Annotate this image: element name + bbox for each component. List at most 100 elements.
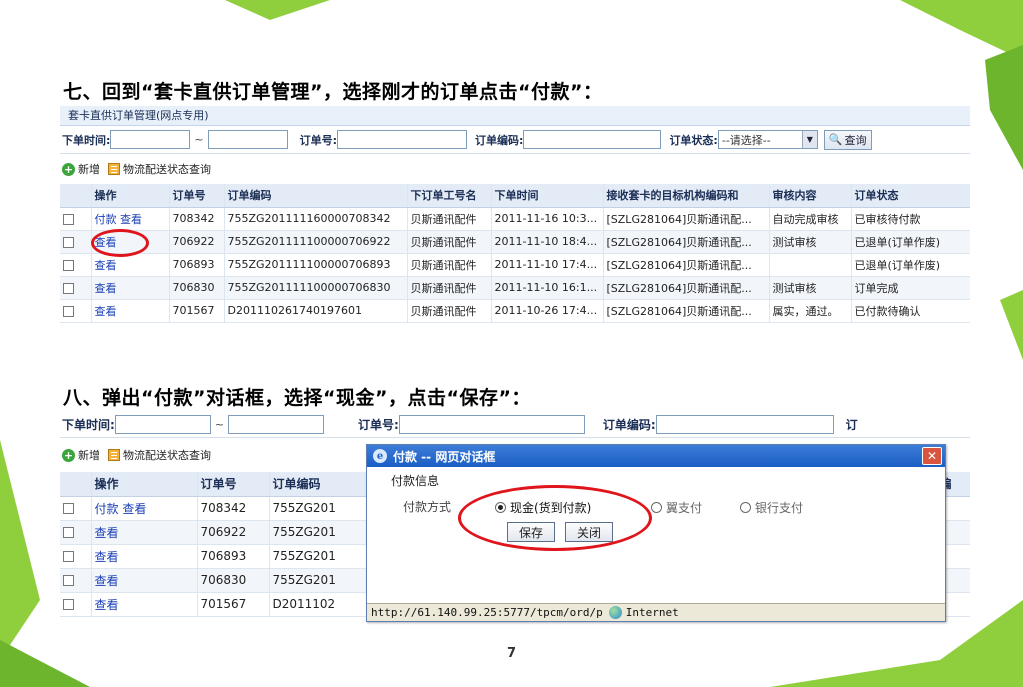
order-status-label-cut: 订 xyxy=(845,418,858,432)
row-checkbox[interactable] xyxy=(63,305,74,317)
step8-heading: 八、弹出“付款”对话框，选择“现金”，点击“保存”： xyxy=(63,387,531,409)
logistics-query-button[interactable]: 物流配送状态查询 xyxy=(123,161,211,177)
order-status-select[interactable]: --请选择-- ▼ xyxy=(717,130,818,149)
dialog-body: 付款信息 付款方式 现金(货到付款) 翼支付 银行支付 保存 关闭 xyxy=(367,467,945,603)
dialog-title-bar: e 付款 -- 网页对话框 ✕ xyxy=(367,445,945,467)
search-icon: 🔍 xyxy=(828,133,843,146)
row-checkbox[interactable] xyxy=(63,599,74,610)
step7-heading: 七、回到“套卡直供订单管理”，选择刚才的订单点击“付款”： xyxy=(63,81,603,103)
order-code-input[interactable] xyxy=(523,130,662,149)
query-button[interactable]: 🔍 查询 xyxy=(823,129,872,150)
table-header: 操作 订单号 订单编码 下订单工号名 下单时间 接收套卡的目标机构编码和 审核内… xyxy=(60,184,970,208)
row-checkbox[interactable] xyxy=(63,213,74,225)
globe-icon xyxy=(608,606,622,619)
add-icon: + xyxy=(62,162,75,176)
wing-pay-radio[interactable]: 翼支付 xyxy=(651,499,702,516)
order-code-cell: 755ZG201111100000706893 xyxy=(224,253,408,277)
order-no-label: 订单号: xyxy=(358,418,399,432)
target-cell: [SZLG281064]贝斯通讯配... xyxy=(603,253,770,277)
time-cell: 2011-11-10 18:4... xyxy=(491,230,604,254)
row-checkbox[interactable] xyxy=(63,551,74,562)
toolbar: + 新增 物流配送状态查询 xyxy=(60,154,970,184)
staff-cell: 贝斯通讯配件 xyxy=(407,253,492,277)
wing-pay-option-label: 翼支付 xyxy=(666,501,703,515)
pay-link[interactable]: 付款 xyxy=(95,502,119,516)
time-cell: 2011-11-10 16:1... xyxy=(491,276,604,300)
bank-pay-option-label: 银行支付 xyxy=(755,501,804,515)
view-link[interactable]: 查看 xyxy=(120,213,142,226)
view-link[interactable]: 查看 xyxy=(95,574,119,588)
staff-cell: 贝斯通讯配件 xyxy=(407,299,492,323)
page-number: 7 xyxy=(506,646,517,661)
order-code-input[interactable] xyxy=(655,415,834,434)
view-link[interactable]: 查看 xyxy=(95,526,119,540)
view-link[interactable]: 查看 xyxy=(95,305,117,318)
status-cell: 订单完成 xyxy=(851,276,970,300)
order-time-end-input[interactable] xyxy=(207,130,288,149)
select-column-header xyxy=(60,184,92,208)
order-no-cell: 706922 xyxy=(169,230,225,254)
target-cell: [SZLG281064]贝斯通讯配... xyxy=(603,207,770,231)
column-header: 订单号 xyxy=(169,184,225,208)
time-cell: 2011-10-26 17:4... xyxy=(491,299,604,323)
order-time-end-input[interactable] xyxy=(228,415,325,434)
column-header: 审核内容 xyxy=(769,184,852,208)
order-status-value: --请选择-- xyxy=(721,133,771,147)
column-header: 操作 xyxy=(91,184,170,208)
order-code-label: 订单编码: xyxy=(475,133,524,147)
review-cell: 测试审核 xyxy=(769,230,852,254)
tilde: ~ xyxy=(214,418,225,431)
order-time-start-input[interactable] xyxy=(110,130,191,149)
time-cell: 2011-11-16 10:3... xyxy=(491,207,604,231)
view-link[interactable]: 查看 xyxy=(122,502,146,516)
view-link[interactable]: 查看 xyxy=(95,598,119,612)
row-checkbox[interactable] xyxy=(63,527,74,538)
target-cell: [SZLG281064]贝斯通讯配... xyxy=(603,276,770,300)
column-header: 下订单工号名 xyxy=(407,184,492,208)
view-link[interactable]: 查看 xyxy=(95,282,117,295)
order-time-start-input[interactable] xyxy=(114,415,211,434)
review-cell xyxy=(769,253,852,277)
logistics-icon xyxy=(108,163,120,175)
order-status-label: 订单状态: xyxy=(669,133,718,147)
order-code-label: 订单编码: xyxy=(602,418,656,432)
order-no-input[interactable] xyxy=(337,130,468,149)
row-checkbox[interactable] xyxy=(63,236,74,248)
order-code-cell: 755ZG201111160000708342 xyxy=(224,207,408,231)
column-header: 订单状态 xyxy=(851,184,970,208)
radio-icon xyxy=(651,502,662,513)
order-time-label: 下单时间: xyxy=(62,133,111,147)
row-checkbox[interactable] xyxy=(63,282,74,294)
row-checkbox[interactable] xyxy=(63,503,74,514)
add-button[interactable]: 新增 xyxy=(78,447,100,463)
time-cell: 2011-11-10 17:4... xyxy=(491,253,604,277)
order-no-cell: 706893 xyxy=(197,544,270,569)
pay-link[interactable]: 付款 xyxy=(95,213,117,226)
view-link[interactable]: 查看 xyxy=(95,259,117,272)
order-no-input[interactable] xyxy=(398,415,585,434)
order-no-cell: 706830 xyxy=(197,568,270,593)
select-column-header xyxy=(60,472,92,497)
order-no-cell: 706922 xyxy=(197,520,270,545)
highlight-circle xyxy=(458,485,652,551)
target-cell: [SZLG281064]贝斯通讯配... xyxy=(603,230,770,254)
row-checkbox[interactable] xyxy=(63,575,74,586)
order-no-cell: 706893 xyxy=(169,253,225,277)
table-row: 查看 701567 D201110261740197601 贝斯通讯配件 201… xyxy=(60,299,970,323)
add-button[interactable]: 新增 xyxy=(78,161,100,177)
column-header: 操作 xyxy=(91,472,198,497)
dialog-title: 付款 -- 网页对话框 xyxy=(393,449,496,464)
column-header: 订单号 xyxy=(197,472,270,497)
close-icon[interactable]: ✕ xyxy=(922,447,942,465)
highlight-circle xyxy=(91,229,149,257)
add-icon: + xyxy=(62,448,75,462)
query-label: 查询 xyxy=(844,133,867,147)
column-header: 接收套卡的目标机构编码和 xyxy=(603,184,770,208)
column-header: 订单编码 xyxy=(224,184,408,208)
table-row: 付款 查看 708342 755ZG201111160000708342 贝斯通… xyxy=(60,207,970,231)
bank-pay-radio[interactable]: 银行支付 xyxy=(740,499,803,516)
view-link[interactable]: 查看 xyxy=(95,550,119,564)
logistics-query-button[interactable]: 物流配送状态查询 xyxy=(123,447,211,463)
status-cell: 已退单(订单作废) xyxy=(851,230,970,254)
row-checkbox[interactable] xyxy=(63,259,74,271)
